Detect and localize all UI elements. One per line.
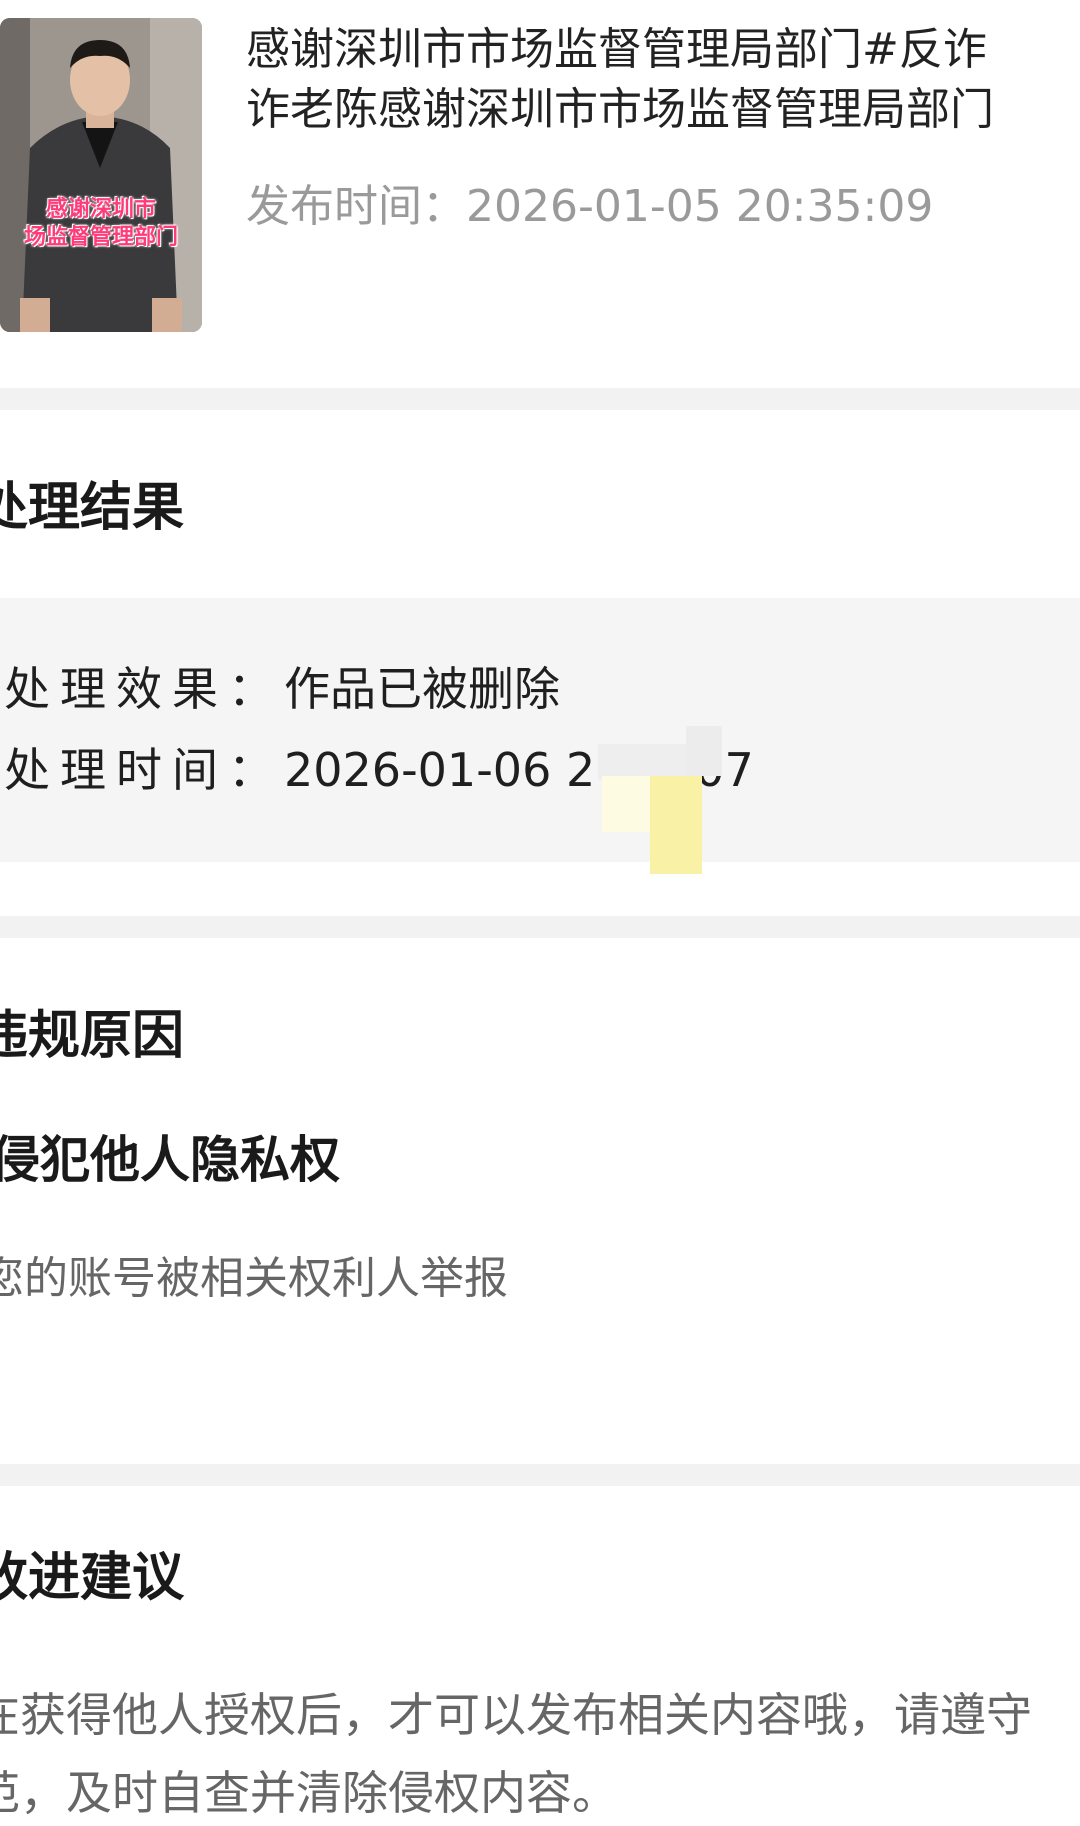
- violation-heading: 违规原因: [0, 1006, 185, 1066]
- result-heading: 处理结果: [0, 478, 185, 538]
- person-figure-image: [0, 18, 202, 332]
- video-card[interactable]: 感谢深圳市 场监督管理部门 感谢深圳市市场监督管理局部门#反诈 诈老陈感谢深圳市…: [0, 0, 1080, 385]
- thumbnail-caption: 感谢深圳市 场监督管理部门: [23, 197, 178, 250]
- effect-label: 处理效果：: [4, 662, 284, 716]
- mosaic-block: [650, 776, 702, 874]
- result-box: [0, 598, 1080, 862]
- mosaic-block: [602, 776, 650, 832]
- mosaic-block: [598, 744, 688, 780]
- section-divider: [0, 388, 1080, 410]
- effect-row: 处理效果：作品已被删除: [4, 660, 560, 718]
- effect-value: 作品已被删除: [284, 662, 560, 716]
- process-time-value: 2026-01-06 2: [284, 743, 596, 797]
- violation-description: 您的账号被相关权利人举报: [0, 1253, 508, 1304]
- publish-time-value: 2026-01-05 20:35:09: [466, 181, 934, 232]
- video-title[interactable]: 感谢深圳市市场监督管理局部门#反诈 诈老陈感谢深圳市市场监督管理局部门: [246, 20, 1080, 144]
- suggestion-text: 在获得他人授权后，才可以发布相关内容哦，请遵守 范，及时自查并清除侵权内容。: [0, 1688, 1032, 1820]
- process-time-label: 处理时间：: [4, 743, 284, 797]
- suggestion-heading: 改进建议: [0, 1548, 185, 1608]
- violation-title: 侵犯他人隐私权: [0, 1131, 340, 1189]
- publish-time-label: 发布时间：: [246, 181, 466, 232]
- publish-time-row: 发布时间：2026-01-05 20:35:09: [246, 180, 933, 234]
- section-divider: [0, 916, 1080, 938]
- section-divider: [0, 1464, 1080, 1486]
- text-fade-overlay: [520, 1256, 610, 1306]
- video-thumbnail[interactable]: 感谢深圳市 场监督管理部门: [0, 18, 202, 332]
- mosaic-block: [686, 726, 722, 776]
